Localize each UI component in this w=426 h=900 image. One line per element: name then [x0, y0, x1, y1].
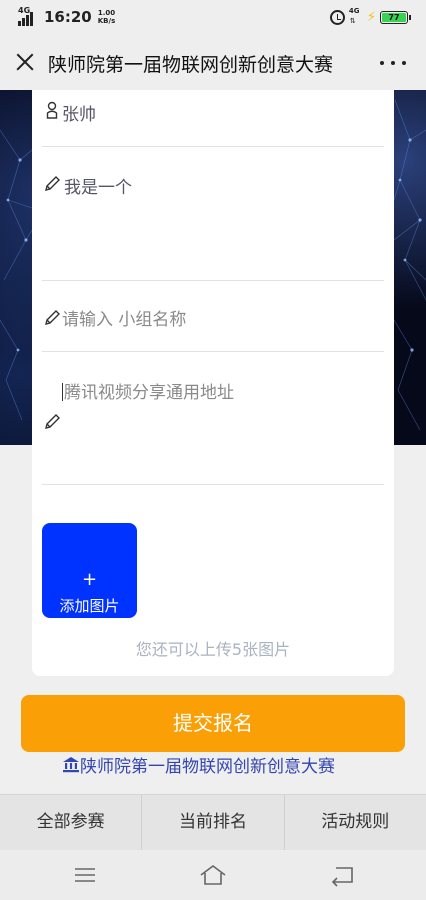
intro-field[interactable]: 我是一个	[42, 147, 384, 281]
add-image-button[interactable]: + 添加图片	[42, 523, 137, 618]
alarm-icon	[329, 9, 345, 25]
group-name-input[interactable]: 请输入 小组名称	[42, 281, 384, 352]
event-link-label: 陕师院第一届物联网创新创意大赛	[80, 757, 335, 777]
submit-button[interactable]: 提交报名	[21, 695, 405, 752]
text-caret	[62, 383, 63, 401]
person-icon	[46, 101, 58, 119]
add-image-label: 添加图片	[59, 597, 120, 615]
group-name-placeholder: 请输入 小组名称	[62, 310, 187, 330]
upload-hint: 您还可以上传5张图片	[135, 640, 291, 659]
signal-icon: 4G	[18, 6, 40, 26]
title-bar: 陕师院第一届物联网创新创意大赛	[0, 36, 426, 90]
tab-all-entries[interactable]: 全部参赛	[0, 795, 141, 850]
network-type-icon: 4G ⇅	[348, 7, 360, 25]
back-icon[interactable]	[328, 862, 358, 888]
name-value: 张帅	[62, 105, 96, 125]
pencil-icon	[45, 310, 60, 325]
more-icon[interactable]	[380, 51, 406, 75]
network-speed: 1.00 KB/s	[97, 9, 116, 25]
bank-icon	[63, 757, 79, 773]
event-link[interactable]: 陕师院第一届物联网创新创意大赛	[62, 752, 335, 777]
intro-value: 我是一个	[64, 178, 132, 198]
tab-current-ranking[interactable]: 当前排名	[141, 795, 283, 850]
page-title: 陕师院第一届物联网创新创意大赛	[48, 54, 334, 76]
charging-icon: ⚡	[366, 9, 376, 25]
video-url-placeholder: 腾讯视频分享通用地址	[62, 383, 234, 403]
battery-level: 77	[382, 12, 406, 22]
clock: 16:20	[44, 8, 92, 26]
menu-icon[interactable]	[70, 862, 100, 888]
status-bar: 4G 16:20 1.00 KB/s 4G ⇅ ⚡ 77	[0, 0, 426, 36]
tab-activity-rules[interactable]: 活动规则	[283, 795, 426, 850]
video-url-input[interactable]: 腾讯视频分享通用地址	[42, 352, 384, 485]
bottom-tab-bar: 全部参赛 当前排名 活动规则	[0, 794, 426, 850]
home-icon[interactable]	[198, 862, 228, 888]
battery-icon: 77	[380, 10, 411, 24]
signup-form-card: 张帅 我是一个 请输入 小组名称 腾讯视频分享通用地址 + 添加图片 您还可以上…	[32, 90, 394, 676]
pencil-icon	[45, 176, 60, 191]
system-navigation-bar	[0, 850, 426, 900]
close-icon[interactable]	[10, 47, 40, 77]
pencil-icon	[45, 414, 60, 429]
name-field[interactable]: 张帅	[42, 90, 384, 147]
plus-icon: +	[81, 569, 98, 590]
